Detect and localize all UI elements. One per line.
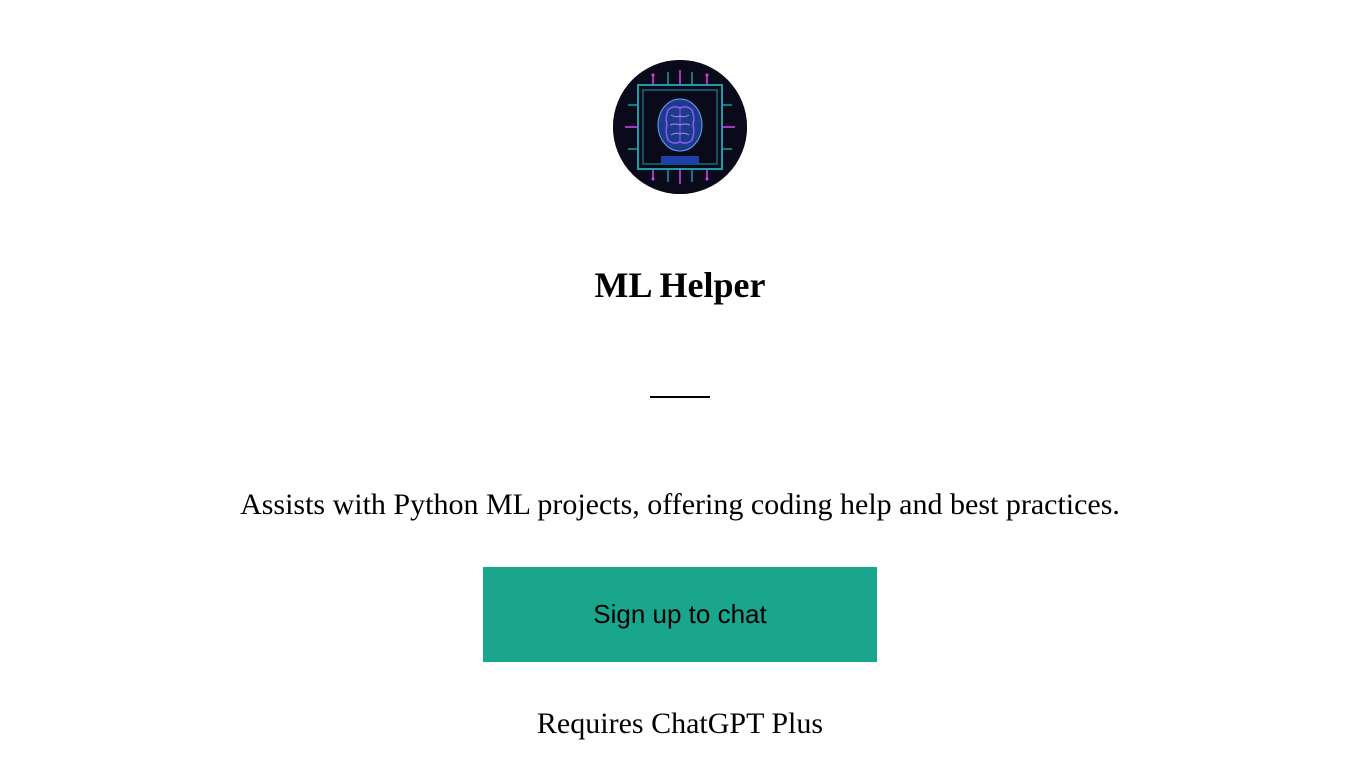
avatar-icon [613,60,747,194]
divider [650,396,710,398]
page-title: ML Helper [595,264,766,306]
avatar [613,60,747,194]
signup-button[interactable]: Sign up to chat [483,567,876,662]
requirement-text: Requires ChatGPT Plus [537,707,823,741]
description-text: Assists with Python ML projects, offerin… [240,488,1120,522]
